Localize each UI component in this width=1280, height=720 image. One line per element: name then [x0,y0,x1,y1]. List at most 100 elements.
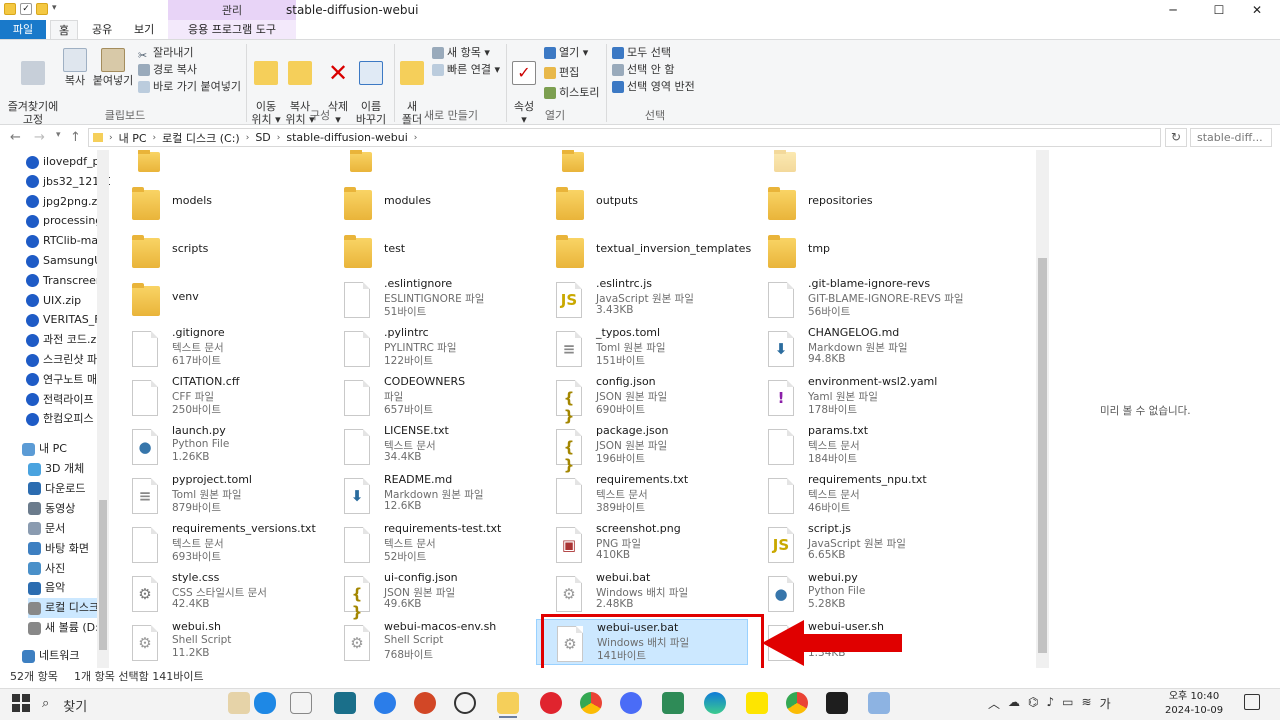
tab-file[interactable]: 파일 [0,20,46,40]
search-input[interactable]: stable-diff... [1190,128,1272,147]
copy-path-button[interactable]: 경로 복사 [138,61,197,78]
notepad-app-icon[interactable] [228,692,250,714]
chevron-down-icon[interactable]: ▾ [52,3,57,15]
taskbar-search[interactable]: ⌕ 찾기 [42,696,87,715]
nav-item[interactable]: 사진 [28,559,98,579]
folder-item[interactable]: tmp [748,228,960,274]
file-item[interactable]: requirements-test.txt 텍스트 문서 52바이트 [324,521,536,567]
windows-start-icon[interactable] [12,694,30,712]
task-view-icon[interactable] [290,692,312,714]
file-item[interactable]: params.txt 텍스트 문서 184바이트 [748,423,960,469]
select-none-button[interactable]: 선택 안 함 [612,61,674,78]
file-item[interactable]: ⬇ README.md Markdown 원본 파일 12.6KB [324,472,536,518]
tab-view[interactable]: 보기 [126,20,162,40]
folder-item[interactable]: test [324,228,536,274]
new-item-button[interactable]: 새 항목 ▾ [432,44,490,61]
recent-chevron-icon[interactable]: ▾ [56,130,61,140]
network-icon[interactable]: ⌬ [1028,695,1038,712]
file-item[interactable]: { } package.json JSON 원본 파일 196바이트 [536,423,748,474]
file-item[interactable]: ⚙ webui.sh Shell Script 11.2KB [112,619,324,665]
record-app-icon[interactable] [540,692,562,714]
file-item[interactable]: JS script.js JavaScript 원본 파일 6.65KB [748,521,960,567]
kakaotalk-app-icon[interactable] [746,692,768,714]
address-bar[interactable]: › 내 PC › 로컬 디스크 (C:) › SD › stable-diffu… [88,128,1161,147]
file-item[interactable]: .pylintrc PYLINTRC 파일 122바이트 [324,325,536,371]
refresh-icon[interactable]: ↻ [1165,128,1187,147]
folder-item[interactable]: models [112,180,324,226]
folder-item[interactable]: modules [324,180,536,226]
folder-icon[interactable] [774,150,796,172]
file-item[interactable]: ⬇ CHANGELOG.md Markdown 원본 파일 94.8KB [748,325,960,371]
chrome-profile-app-icon[interactable] [786,692,808,714]
file-item[interactable]: requirements_versions.txt 텍스트 문서 693바이트 [112,521,324,567]
file-item[interactable]: .git-blame-ignore-revs GIT-BLAME-IGNORE-R… [748,276,964,322]
folder-icon[interactable] [562,150,584,172]
chevron-up-icon[interactable]: ︿ [988,695,1000,712]
nav-item[interactable]: 다운로드 [28,479,98,499]
invert-selection-button[interactable]: 선택 영역 반전 [612,78,695,95]
file-item[interactable]: ▣ screenshot.png PNG 파일 410KB [536,521,748,567]
paint-app-icon[interactable] [868,692,890,714]
volume-icon[interactable]: ♪ [1047,695,1055,712]
file-item[interactable]: ! environment-wsl2.yaml Yaml 원본 파일 178바이트 [748,374,960,420]
paste-shortcut-button[interactable]: 바로 가기 붙여넣기 [138,78,241,95]
folder-icon[interactable] [138,150,160,172]
tab-app-tools[interactable]: 응용 프로그램 도구 [168,20,296,40]
file-item[interactable]: LICENSE.txt 텍스트 문서 34.4KB [324,423,536,469]
folder-item[interactable]: scripts [112,228,324,274]
forward-arrow-icon[interactable]: → [34,130,45,145]
tab-home[interactable]: 홈 [50,20,78,40]
folder-item[interactable]: textual_inversion_templates [536,228,751,274]
file-item[interactable]: ● webui.py Python File 5.28KB [748,570,960,616]
chatgpt-app-icon[interactable] [454,692,476,714]
notification-icon[interactable] [1244,694,1260,710]
file-item[interactable]: ⚙ webui.bat Windows 배치 파일 2.48KB [536,570,748,616]
nav-item-network[interactable]: 네트워크 [22,646,106,666]
nav-item[interactable]: 동영상 [28,499,98,519]
file-item[interactable]: CITATION.cff CFF 파일 250바이트 [112,374,324,420]
select-all-button[interactable]: 모두 선택 [612,44,671,61]
file-item[interactable]: ⚙ webui-macos-env.sh Shell Script 768바이트 [324,619,536,665]
file-item[interactable]: requirements.txt 텍스트 문서 389바이트 [536,472,748,518]
file-item[interactable]: ● launch.py Python File 1.26KB [112,423,324,469]
clock[interactable]: 오후 10:40 2024-10-09 [1165,690,1223,718]
easy-access-button[interactable]: 빠른 연결 ▾ [432,61,500,78]
folder-item[interactable]: repositories [748,180,960,226]
terminal-app-icon[interactable] [826,692,848,714]
nav-item[interactable]: 음악 [28,578,98,598]
new-folder-icon[interactable] [36,3,48,15]
nav-item-my-pc[interactable]: 내 PC [22,439,106,459]
nav-item[interactable]: 문서 [28,519,98,539]
image-app-icon[interactable] [662,692,684,714]
file-explorer-app-icon[interactable] [497,692,519,714]
history-button[interactable]: 히스토리 [544,84,599,101]
file-item[interactable]: .eslintignore ESLINTIGNORE 파일 51바이트 [324,276,536,322]
ime-icon[interactable]: 가 [1100,695,1111,712]
open-button[interactable]: 열기 ▾ [544,44,588,61]
file-item[interactable]: { } config.json JSON 원본 파일 690바이트 [536,374,748,425]
cut-button[interactable]: ✂ 잘라내기 [138,44,193,62]
file-item[interactable]: JS .eslintrc.js JavaScript 원본 파일 3.43KB [536,276,748,322]
copy-button[interactable]: 복사 [62,46,88,87]
chat-app-icon[interactable] [254,692,276,714]
file-item[interactable]: CODEOWNERS 파일 657바이트 [324,374,536,420]
pin-quick-access-button[interactable]: 즐겨찾기에 고정 [6,46,60,126]
file-item[interactable]: ⚙ style.css CSS 스타일시트 문서 42.4KB [112,570,324,616]
chrome-app-icon[interactable] [580,692,602,714]
nav-item[interactable]: 새 볼륨 (D:) [28,618,98,638]
close-button[interactable]: ✕ [1234,0,1280,20]
edit-button[interactable]: 편집 [544,64,579,81]
file-item[interactable]: .gitignore 텍스트 문서 617바이트 [112,325,324,371]
up-arrow-icon[interactable]: ↑ [70,130,81,145]
hwp-app-icon[interactable] [334,692,356,714]
tool-app-icon[interactable] [374,692,396,714]
wifi-icon[interactable]: ≋ [1082,695,1092,712]
nav-item[interactable]: 로컬 디스크 [28,598,98,619]
minimize-button[interactable]: ─ [1150,0,1196,20]
gemini-app-icon[interactable] [620,692,642,714]
nav-scrollbar-thumb[interactable] [99,500,107,650]
file-item[interactable]: { } ui-config.json JSON 원본 파일 49.6KB [324,570,536,621]
edge-app-icon[interactable] [704,692,726,714]
folder-icon[interactable] [4,3,16,15]
paste-button[interactable]: 붙여넣기 [92,46,134,87]
